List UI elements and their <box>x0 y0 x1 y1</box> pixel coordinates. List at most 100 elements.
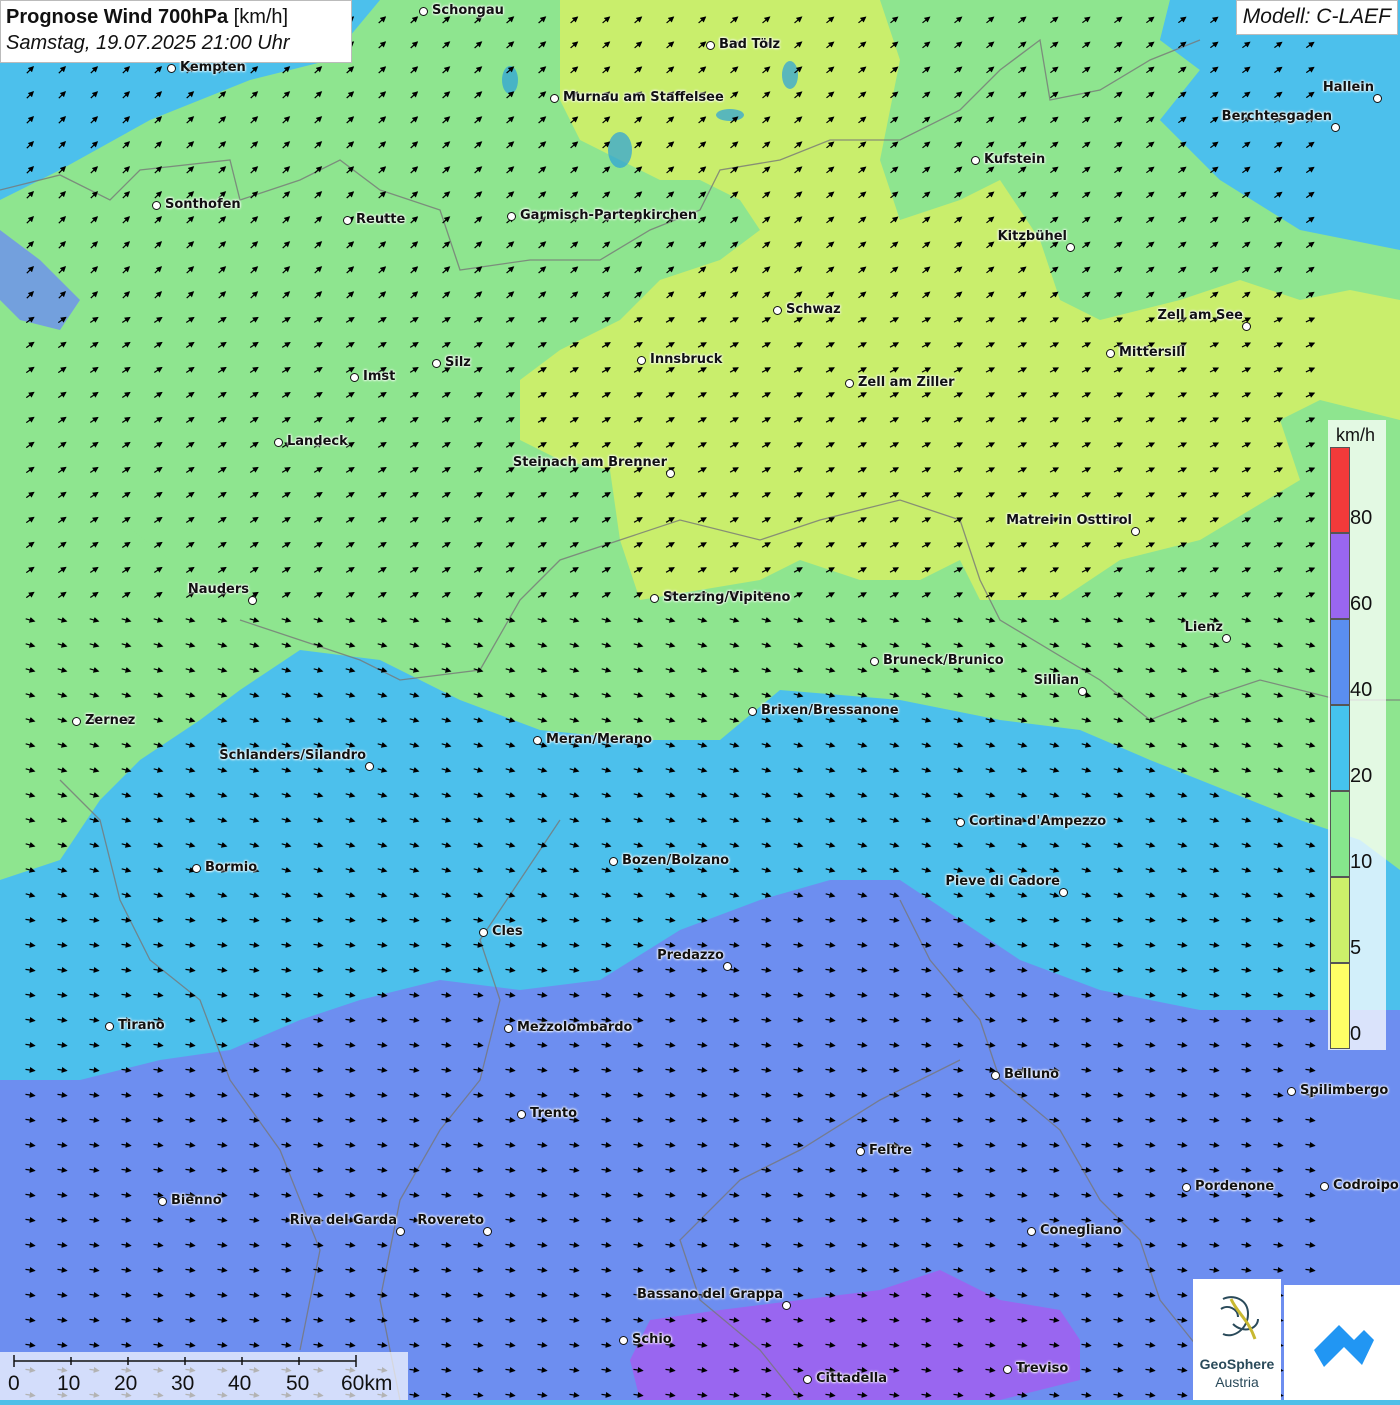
city-label: Schwaz <box>786 302 841 317</box>
city-label: Bienno <box>171 1193 222 1208</box>
city-label: Schio <box>632 1332 672 1347</box>
city-label: Matrei in Osttirol <box>1006 513 1132 528</box>
city-marker-icon <box>1222 634 1231 643</box>
city-marker-icon <box>1131 527 1140 536</box>
city-label: Codroipo <box>1333 1178 1399 1193</box>
city-marker-icon <box>533 736 542 745</box>
city-label: Cittadella <box>816 1371 888 1386</box>
city-marker-icon <box>1287 1087 1296 1096</box>
legend-unit: km/h <box>1336 425 1376 445</box>
city-marker-icon <box>1320 1182 1329 1191</box>
city-marker-icon <box>650 594 659 603</box>
model-label: Modell: C-LAEF <box>1235 0 1398 35</box>
city-marker-icon <box>192 864 201 873</box>
city-label: Bormio <box>205 860 258 875</box>
city-marker-icon <box>105 1022 114 1031</box>
logo-name: GeoSphere <box>1199 1356 1275 1372</box>
legend-bin <box>1330 705 1350 791</box>
city-marker-icon <box>479 928 488 937</box>
city-label: Sterzing/Vipiteno <box>663 590 791 605</box>
legend-bin <box>1330 877 1350 963</box>
map-title: Prognose Wind 700hPa [km/h] <box>6 6 289 28</box>
scale-label: 60km <box>341 1372 393 1395</box>
city-label: Tirano <box>118 1018 165 1033</box>
city-label: Cortina d'Ampezzo <box>969 814 1107 829</box>
city-label: Nauders <box>187 582 249 597</box>
city-label: Bozen/Bolzano <box>622 853 730 868</box>
city-marker-icon <box>507 212 516 221</box>
city-marker-icon <box>248 596 257 605</box>
city-marker-icon <box>637 356 646 365</box>
city-marker-icon <box>748 707 757 716</box>
city-label: Landeck <box>287 434 348 449</box>
legend-bin <box>1330 963 1350 1049</box>
partner-logo <box>1284 1285 1400 1400</box>
city-label: Imst <box>363 369 396 384</box>
city-label: Zell am See <box>1157 308 1243 323</box>
city-marker-icon <box>550 94 559 103</box>
city-label: Steinach am Brenner <box>512 455 667 470</box>
city-label: Pieve di Cadore <box>945 874 1060 889</box>
city-label: Schlanders/Silandro <box>219 748 366 763</box>
legend-bin <box>1330 533 1350 619</box>
city-label: Kufstein <box>984 152 1046 167</box>
city-marker-icon <box>609 857 618 866</box>
city-label: Schongau <box>432 3 504 18</box>
city-marker-icon <box>350 373 359 382</box>
city-label: Trento <box>530 1106 578 1121</box>
city-label: Reutte <box>356 212 406 227</box>
city-marker-icon <box>1331 123 1340 132</box>
city-marker-icon <box>1373 94 1382 103</box>
legend-bin <box>1330 447 1350 533</box>
city-marker-icon <box>1066 243 1075 252</box>
city-marker-icon <box>504 1024 513 1033</box>
city-marker-icon <box>274 438 283 447</box>
scale-label: 10 <box>57 1372 81 1395</box>
city-label: Berchtesgaden <box>1221 109 1332 124</box>
city-marker-icon <box>517 1110 526 1119</box>
legend-label: 5 <box>1350 937 1362 959</box>
city-label: Rovereto <box>417 1213 484 1228</box>
city-marker-icon <box>1003 1365 1012 1374</box>
city-marker-icon <box>419 7 428 16</box>
city-marker-icon <box>971 156 980 165</box>
city-label: Pordenone <box>1195 1179 1275 1194</box>
city-marker-icon <box>1078 687 1087 696</box>
scale-label: 0 <box>8 1372 20 1395</box>
city-label: Predazzo <box>657 948 724 963</box>
city-label: Lienz <box>1184 620 1223 635</box>
city-marker-icon <box>856 1147 865 1156</box>
legend-label: 10 <box>1350 851 1373 873</box>
legend-label: 80 <box>1350 507 1373 529</box>
city-marker-icon <box>432 359 441 368</box>
city-marker-icon <box>1106 349 1115 358</box>
scale-label: 20 <box>114 1372 138 1395</box>
city-marker-icon <box>365 762 374 771</box>
scale-label: 30 <box>171 1372 195 1395</box>
cloud-arrow-icon <box>1314 1325 1374 1367</box>
city-marker-icon <box>483 1227 492 1236</box>
city-label: Bassano del Grappa <box>637 1287 783 1302</box>
city-marker-icon <box>666 469 675 478</box>
city-label: Sillian <box>1033 673 1079 688</box>
city-marker-icon <box>723 962 732 971</box>
city-label: Silz <box>445 355 471 370</box>
geosphere-emblem-icon <box>1220 1296 1259 1340</box>
city-label: Kitzbühel <box>997 229 1067 244</box>
city-marker-icon <box>396 1227 405 1236</box>
legend-label: 40 <box>1350 679 1373 701</box>
city-label: Bad Tölz <box>719 37 781 52</box>
city-marker-icon <box>1027 1227 1036 1236</box>
city-marker-icon <box>343 216 352 225</box>
city-label: Treviso <box>1016 1361 1069 1376</box>
city-label: Hallein <box>1322 80 1374 95</box>
city-marker-icon <box>845 379 854 388</box>
city-label: Sonthofen <box>165 197 241 212</box>
city-marker-icon <box>803 1375 812 1384</box>
scale-label: 50 <box>286 1372 310 1395</box>
logo-sub: Austria <box>1215 1374 1259 1390</box>
city-label: Innsbruck <box>650 352 723 367</box>
city-marker-icon <box>991 1071 1000 1080</box>
legend-bin <box>1330 619 1350 705</box>
legend-label: 60 <box>1350 593 1373 615</box>
